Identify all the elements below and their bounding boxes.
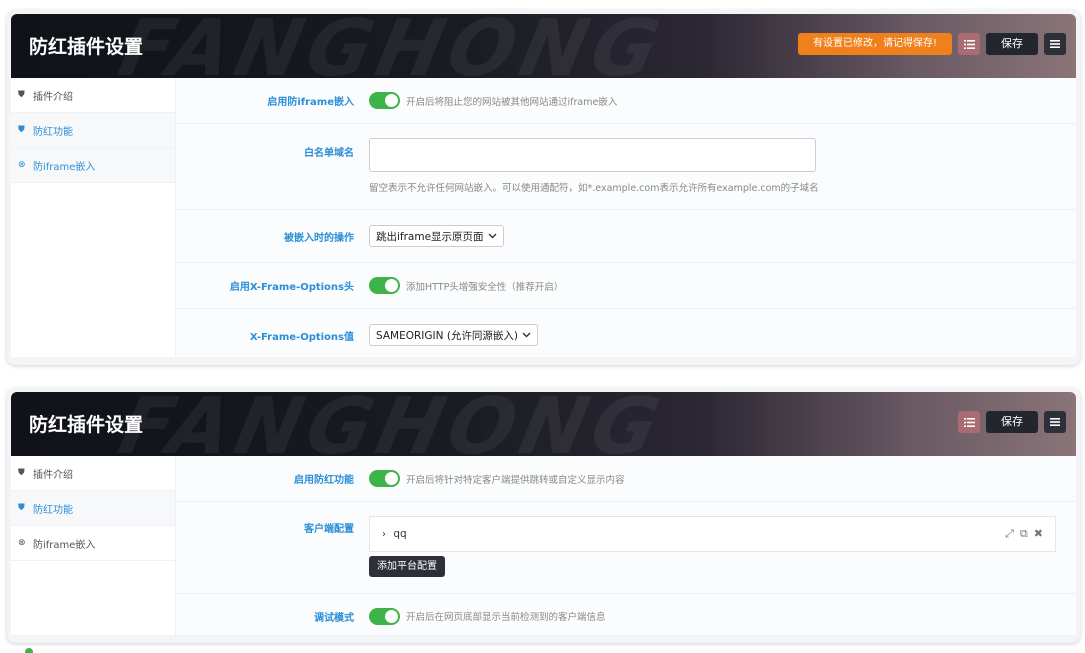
settings-panel-iframe: FANGHONG 防红插件设置 有设置已修改，请记得保存! 保存 ⛊ 插件介绍 … — [7, 10, 1080, 365]
hamburger-icon — [1050, 40, 1060, 48]
whitelist-domains-input[interactable] — [369, 138, 816, 172]
fanghong-enable-toggle[interactable] — [369, 470, 400, 487]
save-button[interactable]: 保存 — [986, 33, 1038, 55]
expand-icon[interactable]: ⤢ — [1005, 527, 1014, 541]
setting-row-debug: 调试模式 开启后在网页底部显示当前检测到的客户端信息 — [176, 594, 1076, 638]
sidebar-item-fanghong[interactable]: ⛊ 防红功能 — [11, 113, 175, 148]
setting-row-xfo-value: X-Frame-Options值 SAMEORIGIN (允许同源嵌入) — [176, 309, 1076, 361]
sidebar-item-intro[interactable]: ⛊ 插件介绍 — [11, 456, 175, 491]
sidebar-item-label: 插件介绍 — [33, 91, 73, 103]
setting-hint: 开启后将阻止您的网站被其他网站通过iframe嵌入 — [406, 96, 618, 108]
list-toggle-button[interactable] — [958, 33, 980, 55]
client-name: qq — [393, 528, 407, 540]
hamburger-icon — [1050, 418, 1060, 426]
sidebar-item-iframe[interactable]: ⊗ 防iframe嵌入 — [11, 526, 175, 561]
setting-row-iframe-enable: 启用防iframe嵌入 开启后将阻止您的网站被其他网站通过iframe嵌入 — [176, 78, 1076, 124]
chevron-down-icon — [488, 233, 497, 239]
sidebar-item-label: 防iframe嵌入 — [33, 161, 96, 173]
select-value: SAMEORIGIN (允许同源嵌入) — [376, 329, 519, 342]
sidebar-item-label: 防红功能 — [33, 126, 73, 138]
shield-icon: ⛊ — [18, 125, 25, 135]
chevron-down-icon — [522, 332, 531, 338]
page-title: 防红插件设置 — [29, 36, 144, 58]
sidebar-item-intro[interactable]: ⛊ 插件介绍 — [11, 78, 175, 113]
setting-label: 启用防iframe嵌入 — [267, 97, 354, 108]
setting-row-xfo-enable: 启用X-Frame-Options头 添加HTTP头增强安全性（推荐开启） — [176, 263, 1076, 309]
setting-label: X-Frame-Options值 — [249, 331, 354, 343]
panel-header: FANGHONG 防红插件设置 有设置已修改，请记得保存! 保存 — [11, 14, 1076, 78]
menu-button[interactable] — [1044, 33, 1066, 55]
chevron-right-icon: › — [382, 529, 386, 540]
sidebar-item-label: 防iframe嵌入 — [33, 539, 96, 551]
settings-content: 启用防红功能 开启后将针对特定客户端提供跳转或自定义显示内容 客户端配置 › q… — [176, 456, 1076, 635]
sidebar: ⛊ 插件介绍 ⛊ 防红功能 ⊗ 防iframe嵌入 — [11, 456, 176, 635]
menu-button[interactable] — [1044, 411, 1066, 433]
setting-label: 客户端配置 — [304, 524, 354, 535]
setting-row-fh-enable: 启用防红功能 开启后将针对特定客户端提供跳转或自定义显示内容 — [176, 456, 1076, 502]
setting-label: 被嵌入时的操作 — [284, 232, 354, 244]
setting-row-embed-action: 被嵌入时的操作 跳出iframe显示原页面 — [176, 210, 1076, 263]
save-button[interactable]: 保存 — [986, 411, 1038, 433]
list-icon — [963, 417, 975, 427]
xfo-value-select[interactable]: SAMEORIGIN (允许同源嵌入) — [369, 324, 539, 347]
setting-hint: 添加HTTP头增强安全性（推荐开启） — [406, 281, 564, 293]
sidebar-item-fanghong[interactable]: ⛊ 防红功能 — [11, 491, 175, 526]
setting-label: 调试模式 — [314, 612, 354, 624]
xfo-enable-toggle[interactable] — [369, 277, 400, 294]
page-title: 防红插件设置 — [29, 414, 144, 436]
list-toggle-button[interactable] — [958, 411, 980, 433]
setting-hint: 留空表示不允许任何网站嵌入。可以使用通配符，如*.example.com表示允许… — [369, 183, 819, 194]
setting-hint: 开启后将针对特定客户端提供跳转或自定义显示内容 — [406, 474, 625, 486]
shield-icon: ⛊ — [18, 90, 25, 100]
settings-panel-fanghong: FANGHONG 防红插件设置 保存 ⛊ 插件介绍 ⛊ 防红功能 ⊗ 防ifra — [7, 388, 1080, 643]
add-platform-button[interactable]: 添加平台配置 — [369, 556, 445, 577]
embed-action-select[interactable]: 跳出iframe显示原页面 — [369, 225, 504, 248]
panel-header: FANGHONG 防红插件设置 保存 — [11, 392, 1076, 456]
close-icon[interactable]: ✖ — [1034, 527, 1043, 541]
header-watermark: FANGHONG — [111, 392, 673, 456]
setting-hint: 开启后在网页底部显示当前检测到的客户端信息 — [406, 612, 606, 623]
header-watermark: FANGHONG — [111, 14, 673, 78]
unsaved-changes-button[interactable]: 有设置已修改，请记得保存! — [797, 33, 952, 55]
setting-label: 启用X-Frame-Options头 — [229, 282, 354, 293]
setting-row-client-config: 客户端配置 › qq ⤢ ⧉ ✖ 添加平台配置 — [176, 502, 1076, 594]
sidebar-item-label: 防红功能 — [33, 504, 73, 516]
debug-mode-toggle[interactable] — [369, 607, 400, 625]
setting-label: 白名单域名 — [304, 148, 354, 159]
sidebar-item-label: 插件介绍 — [33, 469, 73, 481]
iframe-enable-toggle[interactable] — [369, 92, 400, 109]
circle-x-icon: ⊗ — [18, 538, 26, 548]
copy-icon[interactable]: ⧉ — [1020, 527, 1028, 541]
circle-x-icon: ⊗ — [18, 160, 26, 170]
list-icon — [963, 39, 975, 49]
client-config-item[interactable]: › qq ⤢ ⧉ ✖ — [369, 516, 1056, 552]
setting-row-whitelist: 白名单域名 留空表示不允许任何网站嵌入。可以使用通配符，如*.example.c… — [176, 124, 1076, 210]
status-dot — [25, 648, 33, 653]
sidebar-item-iframe[interactable]: ⊗ 防iframe嵌入 — [11, 148, 175, 183]
settings-content: 启用防iframe嵌入 开启后将阻止您的网站被其他网站通过iframe嵌入 白名… — [176, 78, 1076, 357]
shield-icon: ⛊ — [18, 468, 25, 478]
sidebar: ⛊ 插件介绍 ⛊ 防红功能 ⊗ 防iframe嵌入 — [11, 78, 176, 357]
setting-label: 启用防红功能 — [294, 475, 354, 486]
shield-icon: ⛊ — [18, 503, 25, 513]
select-value: 跳出iframe显示原页面 — [376, 230, 484, 243]
